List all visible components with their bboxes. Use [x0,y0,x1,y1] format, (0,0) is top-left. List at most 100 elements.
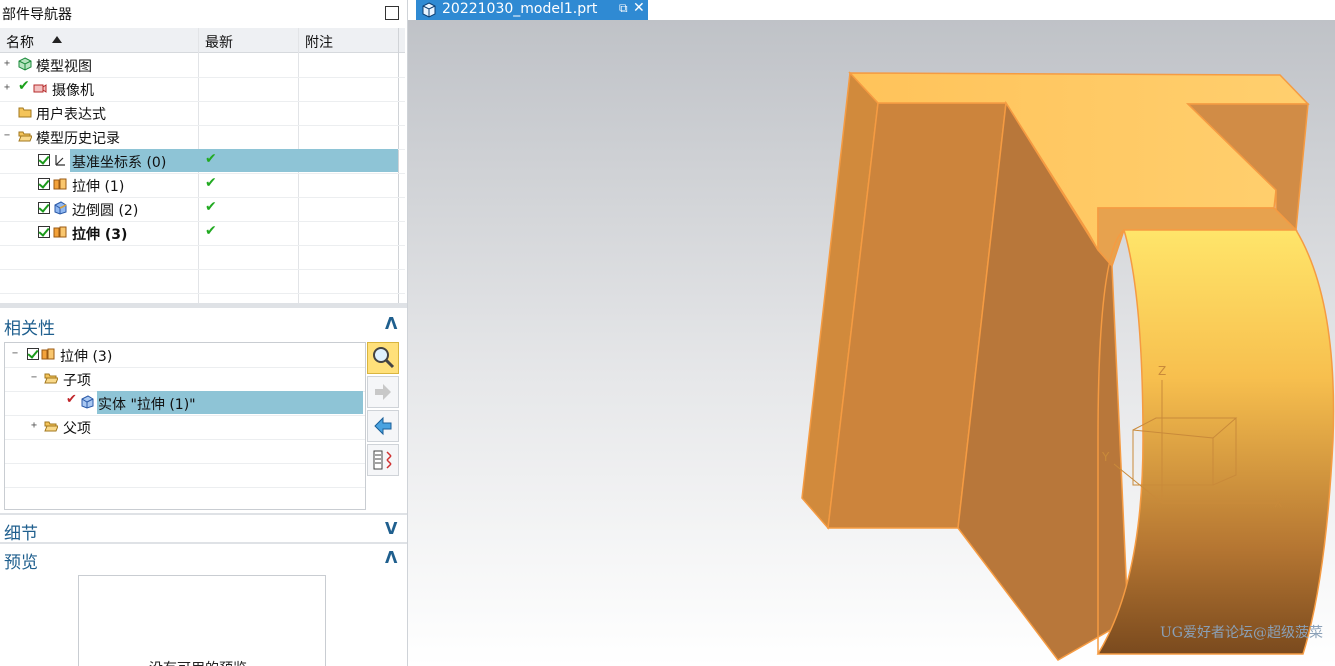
visibility-checkbox[interactable] [38,178,50,190]
tree-row-label: 模型视图 [36,59,92,75]
resource-panel: 部件导航器 名称 最新 附注 + 模型视图 + ✔ 摄像机 用户表达式 − 模型… [0,0,408,666]
close-icon[interactable]: ✕ [633,0,645,16]
details-header[interactable]: 细节 ᐯ [0,515,405,544]
next-button[interactable] [367,376,399,408]
tree-row-model-views[interactable]: + 模型视图 [0,53,405,78]
preview-title: 预览 [4,553,38,573]
tree-row-label: 拉伸 (1) [72,179,125,195]
part-navigator-title: 部件导航器 [2,7,72,23]
dep-row-label: 子项 [63,373,91,389]
axis-y-label: Y [1102,450,1110,464]
dependencies-title: 相关性 [4,319,55,339]
dep-row-extrude-3[interactable]: − 拉伸 (3) [5,343,365,368]
tree-row-label: 用户表达式 [36,107,106,123]
maximize-icon[interactable] [385,6,399,20]
document-tab-label: 20221030_model1.prt [442,1,598,17]
folder-open-icon [44,421,58,432]
tree-row-extrude-1[interactable]: 拉伸 (1) ✔ [0,173,405,198]
latest-check-icon: ✔ [205,175,217,191]
part-model[interactable] [408,20,1335,666]
arrow-left-icon [374,416,392,436]
inspect-button[interactable] [367,342,399,374]
visibility-checkbox[interactable] [38,154,50,166]
preview-empty-text: 没有可用的预览 [149,658,247,666]
camera-icon [33,84,47,93]
model-views-icon [18,57,32,71]
empty-row [0,245,405,270]
edge-blend-icon [54,201,67,215]
tree-row-label: 基准坐标系 (0) [72,155,167,171]
graphics-window: 20221030_model1.prt ⧉ ✕ Z X Y UG爱好者论坛@超级… [408,0,1335,666]
sort-ascending-icon[interactable] [52,36,62,43]
datum-csys-icon [55,155,65,166]
dep-row-parents[interactable]: + 父项 [5,415,365,440]
solid-body-icon [81,395,94,409]
dependencies-header[interactable]: 相关性 ᐱ [0,310,405,339]
column-name[interactable]: 名称 [6,32,34,52]
float-window-icon[interactable]: ⧉ [619,1,628,16]
collapse-icon[interactable]: − [31,373,38,383]
visibility-checkbox[interactable] [27,348,39,360]
tree-row-camera[interactable]: + ✔ 摄像机 [0,77,405,102]
empty-row [0,269,405,294]
expand-down-icon[interactable]: ᐯ [385,519,397,538]
order-button[interactable] [367,444,399,476]
dep-row-children[interactable]: − 子项 [5,367,365,392]
collapse-up-icon[interactable]: ᐱ [385,314,397,333]
part-navigator-header: 部件导航器 [0,0,407,28]
dep-row-solid-body[interactable]: ✔ 实体 "拉伸 (1)" [5,391,365,416]
details-title: 细节 [4,524,38,544]
document-tab[interactable]: 20221030_model1.prt ⧉ ✕ [416,0,648,20]
dep-row-label: 父项 [63,421,91,437]
empty-row [5,463,365,488]
collapse-icon[interactable]: − [4,131,11,141]
extrude-icon [53,178,67,190]
back-button[interactable] [367,410,399,442]
part-navigator-tree: 名称 最新 附注 + 模型视图 + ✔ 摄像机 用户表达式 − 模型历史记录 基… [0,28,405,304]
list-order-icon [373,450,392,470]
check-icon: ✔ [66,392,77,407]
folder-open-icon [44,373,58,384]
column-header: 名称 最新 附注 [0,28,405,53]
tree-row-edge-blend-2[interactable]: 边倒圆 (2) ✔ [0,197,405,222]
column-latest[interactable]: 最新 [205,32,233,52]
latest-check-icon: ✔ [205,151,217,167]
tree-row-extrude-3[interactable]: 拉伸 (3) ✔ [0,221,405,246]
expand-icon[interactable]: + [4,83,11,93]
dep-row-label: 拉伸 (3) [60,349,113,365]
check-icon: ✔ [18,78,30,94]
latest-check-icon: ✔ [205,199,217,215]
preview-header[interactable]: 预览 ᐱ [0,544,405,573]
visibility-checkbox[interactable] [38,202,50,214]
extrude-icon [53,226,67,238]
collapse-up-icon[interactable]: ᐱ [385,548,397,567]
tree-row-label: 模型历史记录 [36,131,120,147]
extrude-icon [41,348,55,360]
collapse-icon[interactable]: − [12,349,19,359]
3d-viewport[interactable]: Z X Y [408,20,1335,666]
preview-area: 没有可用的预览 [78,575,326,666]
folder-icon [18,107,32,118]
empty-row [5,439,365,464]
expand-icon[interactable]: + [4,59,11,69]
axis-x-label: X [1274,496,1283,510]
tree-row-datum-csys[interactable]: 基准坐标系 (0) ✔ [0,149,405,174]
tree-row-user-expressions[interactable]: 用户表达式 [0,101,405,126]
dep-row-label: 实体 "拉伸 (1)" [98,397,196,413]
arrow-right-icon [375,384,391,400]
folder-open-icon [18,131,32,142]
document-tabbar: 20221030_model1.prt ⧉ ✕ [408,0,1335,21]
tree-row-model-history[interactable]: − 模型历史记录 [0,125,405,150]
visibility-checkbox[interactable] [38,226,50,238]
tree-row-label: 拉伸 (3) [72,227,128,243]
column-note[interactable]: 附注 [305,32,333,52]
watermark: UG爱好者论坛@超级菠菜 [1160,625,1323,641]
dependencies-tree: − 拉伸 (3) − 子项 ✔ 实体 "拉伸 (1)" + 父项 [4,342,366,510]
magnifier-icon [373,347,395,369]
expand-icon[interactable]: + [31,421,38,431]
axis-z-label: Z [1158,364,1167,378]
panel-splitter[interactable] [0,303,407,308]
part-file-icon [422,2,436,18]
latest-check-icon: ✔ [205,223,217,239]
tree-row-label: 摄像机 [52,83,94,99]
